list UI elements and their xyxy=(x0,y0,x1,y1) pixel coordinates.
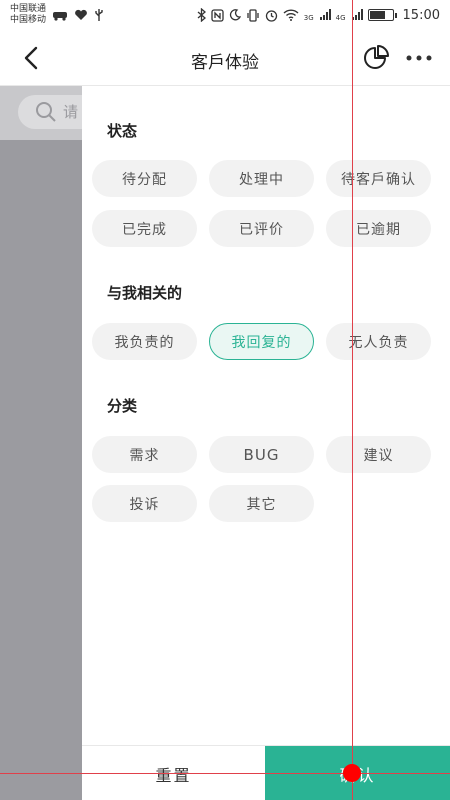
bluetooth-icon xyxy=(197,8,206,22)
alarm-icon xyxy=(265,9,277,22)
wifi-icon xyxy=(283,9,299,21)
nfc-icon xyxy=(211,8,224,22)
status-bar: 中国联通 中国移动 3G 4G 15:00 xyxy=(0,0,450,30)
network-1-label: 3G xyxy=(303,13,314,22)
network-2-label: 4G xyxy=(335,13,346,22)
status-chip[interactable]: 待分配 xyxy=(92,160,197,197)
status-chip[interactable]: 待客戶确认 xyxy=(326,160,431,197)
status-chip[interactable]: 已完成 xyxy=(92,210,197,247)
category-chip[interactable]: 其它 xyxy=(209,485,314,522)
vibrate-icon xyxy=(247,8,259,22)
heart-icon xyxy=(75,9,87,20)
related-chip-selected[interactable]: 我回复的 xyxy=(209,323,314,360)
clock: 15:00 xyxy=(402,7,440,23)
search-icon xyxy=(36,102,56,122)
carrier-2-label: 中国移动 xyxy=(10,15,47,25)
category-chip[interactable]: 需求 xyxy=(92,436,197,473)
chevron-left-icon xyxy=(24,46,38,70)
moon-icon xyxy=(229,9,241,21)
app-header: 客戶体验 xyxy=(0,30,450,86)
carrier-info: 中国联通 中国移动 xyxy=(10,4,46,26)
more-horizontal-icon xyxy=(406,55,432,61)
category-chip[interactable]: 建议 xyxy=(326,436,431,473)
status-chip[interactable]: 处理中 xyxy=(209,160,314,197)
back-button[interactable] xyxy=(20,44,46,72)
car-icon xyxy=(53,12,68,21)
crosshair-vertical-line xyxy=(352,0,353,800)
carrier-1-label: 中国联通 xyxy=(10,4,47,14)
pie-chart-icon xyxy=(364,45,389,69)
filter-drawer: 状态 待分配 处理中 待客戶确认 已完成 已评价 已逾期 与我相关的 我负责的 … xyxy=(82,86,450,800)
signal-1-icon xyxy=(319,9,331,20)
usb-icon xyxy=(95,9,103,21)
category-chip[interactable]: BUG xyxy=(209,436,314,473)
more-button[interactable] xyxy=(405,52,433,64)
battery-icon xyxy=(367,9,397,21)
related-section-title: 与我相关的 xyxy=(107,284,183,302)
category-section-title: 分类 xyxy=(107,397,138,415)
status-section-title: 状态 xyxy=(107,122,138,140)
related-chip[interactable]: 我负责的 xyxy=(92,323,197,360)
status-chip[interactable]: 已逾期 xyxy=(326,210,431,247)
tap-marker xyxy=(343,764,361,782)
related-chip[interactable]: 无人负责 xyxy=(326,323,431,360)
search-placeholder: 请 xyxy=(63,103,79,121)
category-chip[interactable]: 投诉 xyxy=(92,485,197,522)
crosshair-horizontal-line xyxy=(0,773,450,774)
status-chip[interactable]: 已评价 xyxy=(209,210,314,247)
statistics-button[interactable] xyxy=(362,44,390,72)
